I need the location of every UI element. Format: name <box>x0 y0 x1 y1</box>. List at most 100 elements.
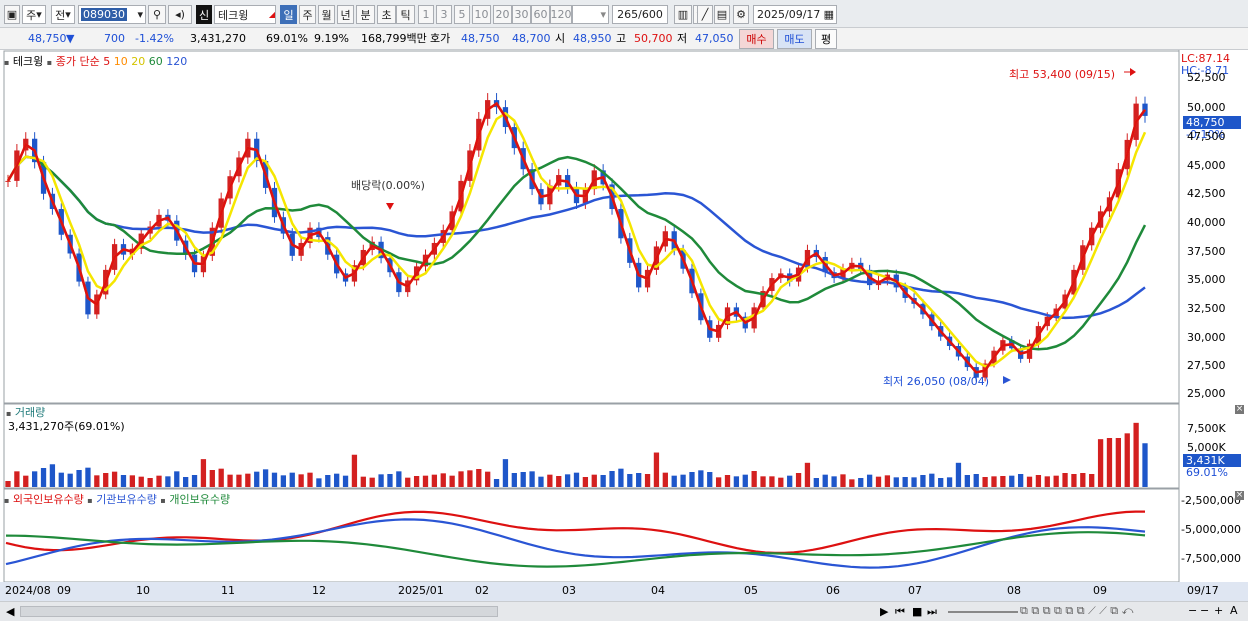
interval-second[interactable]: 초 <box>377 5 396 24</box>
holding-tick: -5,000,000 <box>1181 523 1241 536</box>
scroll-left-icon[interactable]: ◀ <box>6 605 14 618</box>
interval-minute[interactable]: 분 <box>356 5 375 24</box>
holding-legend: ▪ 외국인보유수량 ▪ 기관보유수량 ▪ 개인보유수량 <box>4 493 231 506</box>
sell-button[interactable]: 매도 <box>777 29 812 49</box>
holding-panel-close-icon[interactable]: × <box>1235 491 1244 500</box>
volume-bar <box>325 475 331 487</box>
price-tick: 27,500 <box>1187 359 1226 372</box>
gear-icon[interactable]: ⚙ <box>733 5 749 24</box>
buy-button[interactable]: 매수 <box>739 29 774 49</box>
interval-year[interactable]: 년 <box>337 5 354 24</box>
minute-1[interactable]: 1 <box>418 5 434 24</box>
volume-bar <box>1053 475 1059 487</box>
volume-bar <box>671 475 677 487</box>
price-tick: 32,500 <box>1187 302 1226 315</box>
date-tick: 09 <box>57 584 71 597</box>
speaker-icon[interactable]: ◂) <box>168 5 192 24</box>
bid-price: 48,700 <box>512 32 551 45</box>
interval-week[interactable]: 주 <box>299 5 316 24</box>
zoom-in-icon[interactable]: + <box>1214 604 1223 617</box>
volume-panel-close-icon[interactable]: × <box>1235 405 1244 414</box>
low-price: 47,050 <box>695 32 734 45</box>
volume-bar <box>405 477 411 487</box>
stop-icon[interactable]: ■ <box>912 605 922 618</box>
volume-bar <box>49 464 56 487</box>
count-field[interactable]: 265/600 <box>612 5 668 24</box>
minute-60[interactable]: 60 <box>531 5 550 24</box>
volume-bar <box>751 471 757 487</box>
zoom-reset-icon[interactable]: − <box>1200 604 1209 617</box>
price-tick: 40,000 <box>1187 216 1226 229</box>
volume-bar <box>573 472 580 487</box>
interval-day[interactable]: 일 <box>280 5 297 24</box>
interval-month[interactable]: 월 <box>318 5 335 24</box>
stock-code-input[interactable]: 089030 ▾ <box>78 5 146 24</box>
trade-amount: 168,799백만 <box>361 32 427 45</box>
auto-scale-icon[interactable]: A <box>1230 604 1238 617</box>
volume-bar <box>591 474 597 487</box>
rewind-icon[interactable]: ⏮ <box>895 605 905 619</box>
minute-30[interactable]: 30 <box>512 5 531 24</box>
period-select[interactable]: 주 ▾ <box>22 5 46 24</box>
volume-bar <box>1115 438 1121 487</box>
volume-bar <box>476 469 482 487</box>
zoom-tools-icon[interactable]: ⧉ ⧉ ⧉ ⧉ ⧉ ⧉ ⟋ ⟋ ⧉ ⤺ <box>1020 604 1133 618</box>
volume-bar <box>1035 475 1042 487</box>
prev-select[interactable]: 전 ▾ <box>51 5 75 24</box>
zoom-slider[interactable] <box>948 611 1018 613</box>
chart-area[interactable]: ▪ 테크윙 ▪ 종가 단순 5 10 20 60 120 LC:87.14 HC… <box>0 50 1248 601</box>
volume-bar <box>662 472 668 487</box>
minute-custom-select[interactable]: ▾ <box>572 5 609 24</box>
volume-bar <box>1071 474 1077 487</box>
fast-forward-icon[interactable]: ⏭ <box>927 605 937 619</box>
minute-3[interactable]: 3 <box>436 5 452 24</box>
interval-tick[interactable]: 틱 <box>396 5 415 24</box>
scrollbar-thumb[interactable] <box>20 606 498 617</box>
window-menu-icon[interactable]: ▣ <box>4 5 20 24</box>
volume-bar <box>147 478 153 487</box>
volume-bar <box>724 475 731 487</box>
volume-bar <box>76 470 82 487</box>
date-tick: 12 <box>312 584 326 597</box>
search-icon[interactable]: ⚲ <box>148 5 166 24</box>
minute-10[interactable]: 10 <box>472 5 491 24</box>
volume-bar <box>538 476 544 487</box>
market-badge: 신 <box>196 5 212 24</box>
minute-5[interactable]: 5 <box>454 5 470 24</box>
volume-bar <box>431 474 438 487</box>
date-tick: 07 <box>908 584 922 597</box>
high-annotation: 최고 53,400 (09/15) <box>1009 68 1116 81</box>
volume-bar <box>680 474 686 487</box>
minute-20[interactable]: 20 <box>493 5 512 24</box>
volume-bar <box>14 471 20 487</box>
volume-bar <box>342 475 349 487</box>
line-tool-icon[interactable]: ╱ <box>697 5 713 24</box>
price-tick: 42,500 <box>1187 187 1226 200</box>
volume-bar <box>556 476 562 487</box>
volume-bar <box>849 479 855 487</box>
minute-120[interactable]: 120 <box>550 5 572 24</box>
volume-panel-frame <box>3 403 1180 489</box>
date-axis-band <box>0 582 1248 601</box>
legend-ma10: 10 <box>113 55 128 68</box>
eval-button[interactable]: 평 <box>815 29 837 49</box>
high-marker-arrow <box>1130 68 1136 76</box>
volume-bar <box>23 475 29 487</box>
chart-canvas[interactable] <box>0 50 1248 601</box>
scroll-right-icon[interactable]: ▶ <box>880 605 888 618</box>
volume-bar <box>1142 443 1148 487</box>
volume-bar <box>387 474 393 487</box>
volume-bar <box>200 459 207 487</box>
stock-name-field[interactable]: 테크윙 ◢ <box>214 5 276 24</box>
price-tick: 37,500 <box>1187 245 1226 258</box>
legend-ma-text: 종가 단순 <box>55 55 100 68</box>
zoom-out-icon[interactable]: − <box>1188 604 1197 617</box>
save-icon[interactable]: ▤ <box>714 5 730 24</box>
volume-bar <box>618 468 624 487</box>
volume-bar <box>67 473 73 487</box>
legend: ▪ 테크윙 ▪ 종가 단순 5 10 20 60 120 <box>4 55 188 68</box>
candle-icon[interactable]: ▥ <box>674 5 692 24</box>
volume-bar <box>40 468 47 487</box>
volume: 3,431,270 <box>190 32 246 45</box>
date-field[interactable]: 2025/09/17 ▦ <box>753 5 837 24</box>
